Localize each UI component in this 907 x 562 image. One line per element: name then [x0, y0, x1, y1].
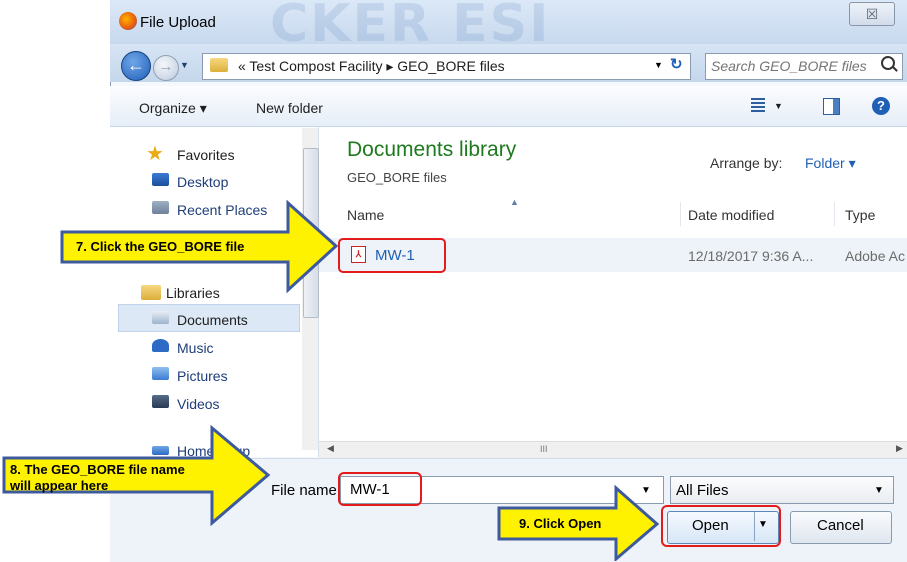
callout-step7-text: 7. Click the GEO_BORE file: [76, 239, 245, 254]
callout-step9-text: 9. Click Open: [519, 516, 602, 531]
callout-step8-line2: will appear here: [10, 478, 109, 493]
callout-step8-line1: 8. The GEO_BORE file name: [10, 462, 185, 477]
